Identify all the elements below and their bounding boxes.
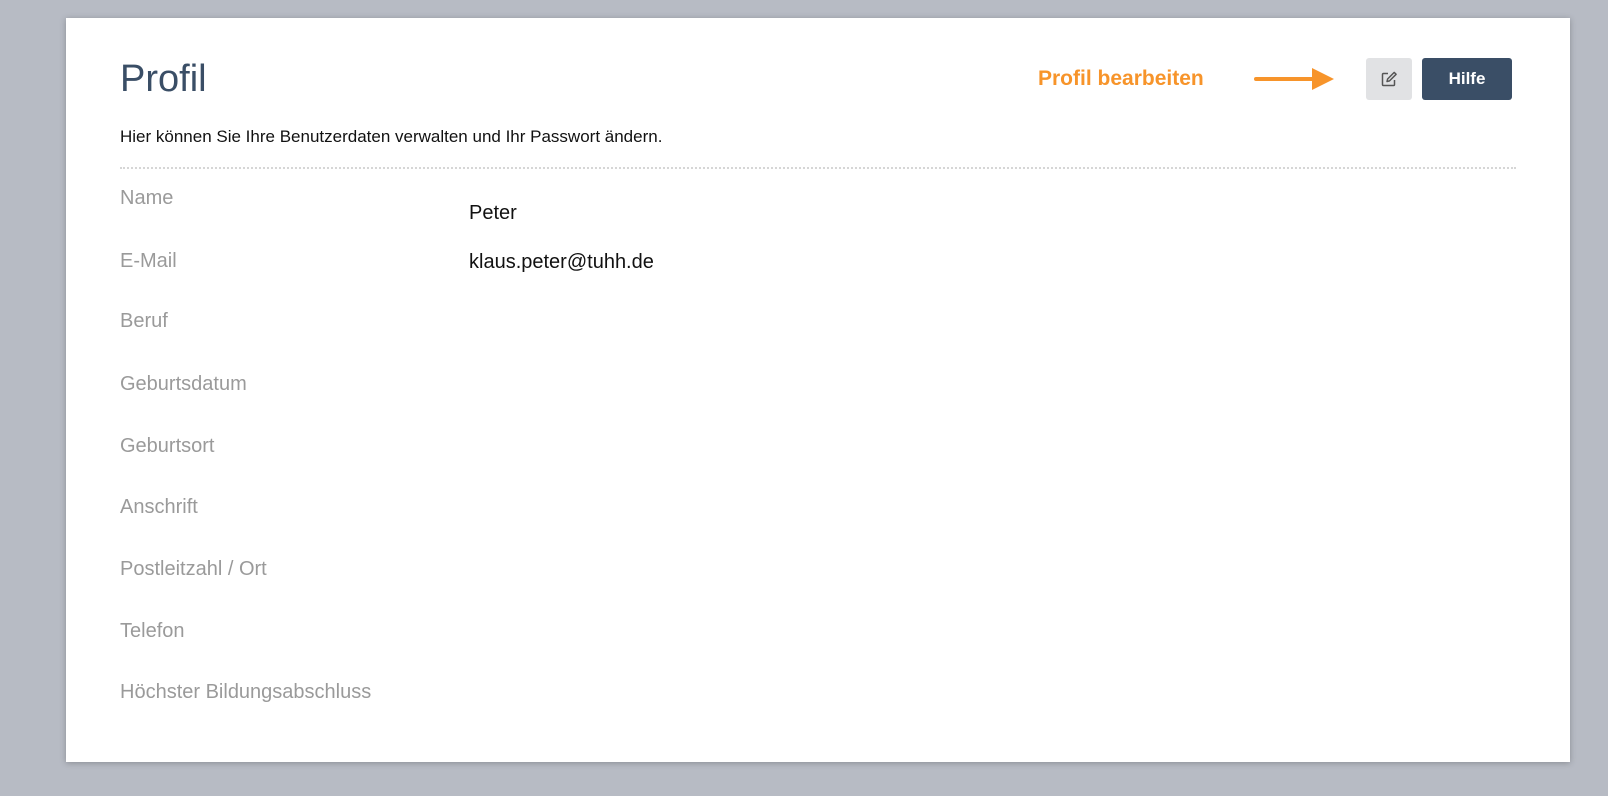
divider xyxy=(120,167,1516,169)
profile-card: Profil Profil bearbeiten Hilfe Hier könn… xyxy=(66,18,1570,762)
anschrift-label: Anschrift xyxy=(120,496,198,518)
bildungsabschluss-label: Höchster Bildungsabschluss xyxy=(120,681,372,703)
plz-ort-label: Postleitzahl / Ort xyxy=(120,558,267,580)
page-title: Profil xyxy=(120,58,207,100)
beruf-label: Beruf xyxy=(120,310,168,332)
email-label: E-Mail xyxy=(120,250,177,272)
geburtsort-label: Geburtsort xyxy=(120,435,215,457)
arrow-right-icon xyxy=(1254,68,1334,90)
edit-profile-annotation: Profil bearbeiten xyxy=(1038,67,1204,90)
edit-icon xyxy=(1381,71,1397,87)
geburtsdatum-label: Geburtsdatum xyxy=(120,373,247,395)
email-value: klaus.peter@tuhh.de xyxy=(469,251,654,273)
telefon-label: Telefon xyxy=(120,620,185,642)
name-value: Peter xyxy=(469,202,517,224)
page-description: Hier können Sie Ihre Benutzerdaten verwa… xyxy=(120,127,663,146)
help-button[interactable]: Hilfe xyxy=(1422,58,1512,100)
name-label: Name xyxy=(120,187,174,209)
edit-profile-button[interactable] xyxy=(1366,58,1412,100)
